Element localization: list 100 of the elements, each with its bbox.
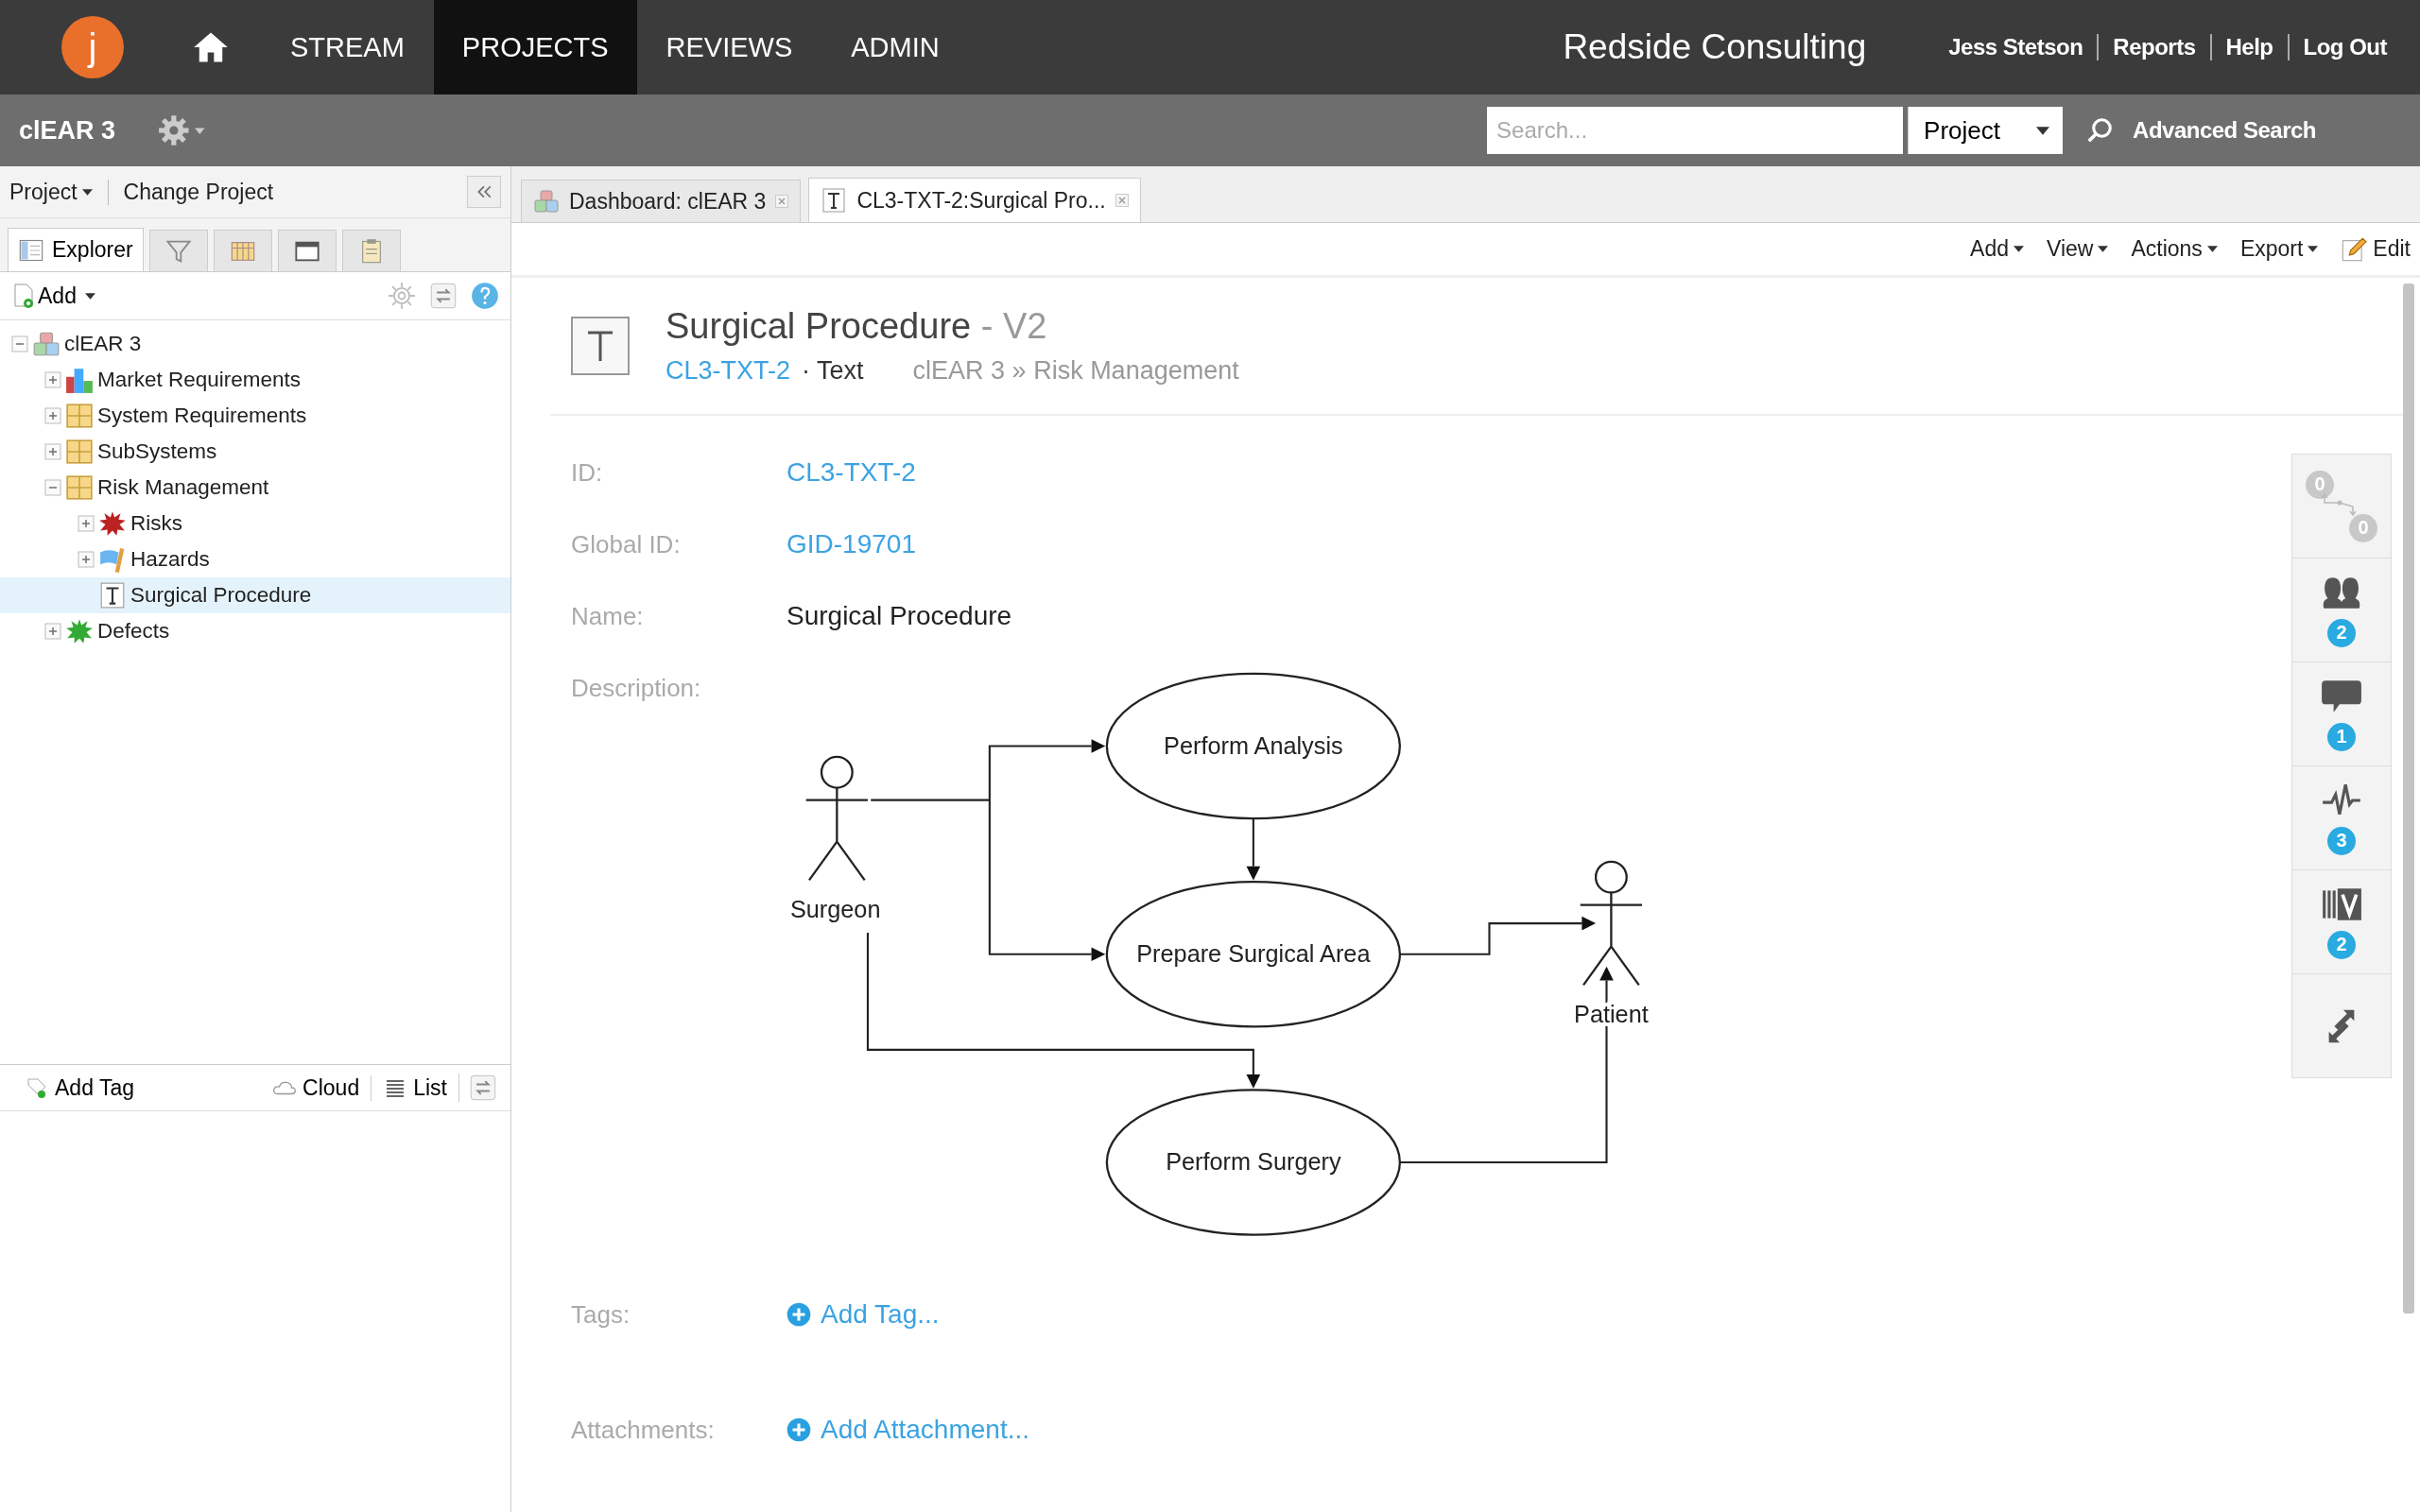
field-label: Attachments: bbox=[571, 1415, 716, 1445]
caret-icon bbox=[84, 292, 95, 300]
toolbar-menu[interactable]: Export bbox=[2239, 236, 2319, 262]
company-name: Redside Consulting bbox=[1563, 27, 1867, 67]
add-tag-button[interactable]: Add Tag bbox=[13, 1074, 146, 1101]
text-item-icon bbox=[98, 582, 127, 609]
expand-toggle-icon[interactable] bbox=[11, 335, 28, 352]
header-link[interactable]: Help bbox=[2209, 34, 2288, 60]
tree-item[interactable]: Surgical Procedure bbox=[130, 583, 312, 608]
document-tab[interactable]: Dashboard: clEAR 3 bbox=[521, 180, 802, 222]
item-title: Surgical Procedure bbox=[666, 306, 972, 346]
expand-toggle-icon[interactable] bbox=[78, 515, 95, 532]
toolbar-menu[interactable]: Actions bbox=[2131, 236, 2218, 262]
caret-icon bbox=[2098, 246, 2109, 252]
text-item-icon bbox=[821, 188, 848, 213]
grid-folder-icon bbox=[65, 474, 94, 501]
caret-icon bbox=[2036, 126, 2050, 135]
grid-folder-icon bbox=[65, 438, 94, 465]
caret-icon bbox=[2206, 246, 2218, 252]
tree-item[interactable]: Hazards bbox=[130, 547, 210, 572]
breadcrumb: clEAR 3 » Risk Management bbox=[912, 356, 1239, 386]
scrollbar[interactable] bbox=[2403, 284, 2414, 1314]
count-badge: 3 bbox=[2327, 826, 2356, 855]
clipboard-tab[interactable] bbox=[341, 230, 401, 271]
tree-item[interactable]: clEAR 3 bbox=[64, 332, 142, 356]
project-menu[interactable]: Project bbox=[9, 179, 108, 205]
project-icon bbox=[32, 331, 60, 357]
header-link[interactable]: Jess Stetson bbox=[1934, 34, 2098, 60]
tree-item[interactable]: Risks bbox=[130, 511, 182, 536]
nav-tab[interactable]: REVIEWS bbox=[636, 0, 822, 94]
field-label: Global ID: bbox=[571, 529, 682, 559]
refresh-icon[interactable] bbox=[458, 1074, 497, 1102]
tree-row-highlight[interactable]: Surgical Procedure bbox=[0, 577, 510, 613]
change-project-link[interactable]: Change Project bbox=[107, 179, 289, 205]
nav-tab[interactable]: PROJECTS bbox=[433, 0, 637, 94]
search-field[interactable]: Search... bbox=[1487, 107, 1904, 154]
close-icon[interactable] bbox=[775, 195, 789, 208]
toolbar-menu[interactable]: View bbox=[2047, 236, 2109, 262]
pencil-icon bbox=[2341, 235, 2368, 263]
plus-icon bbox=[786, 1418, 811, 1442]
tree-item[interactable]: System Requirements bbox=[97, 404, 307, 428]
help-icon[interactable] bbox=[471, 282, 499, 310]
tree-item[interactable]: Defects bbox=[97, 619, 170, 644]
actor-label: Surgeon bbox=[789, 895, 881, 922]
nav-tab[interactable]: ADMIN bbox=[821, 0, 969, 94]
expand-toggle-icon[interactable] bbox=[44, 479, 61, 496]
expand-toggle-icon[interactable] bbox=[44, 371, 61, 388]
home-icon[interactable] bbox=[192, 30, 230, 64]
caret-icon bbox=[2308, 246, 2319, 252]
header-link[interactable]: Log Out bbox=[2287, 34, 2401, 60]
bar-chart-icon bbox=[65, 367, 94, 393]
caret-icon bbox=[2014, 246, 2024, 252]
add-menu[interactable]: Add bbox=[13, 283, 95, 309]
edit-button[interactable]: Edit bbox=[2341, 235, 2411, 263]
count-badge: 2 bbox=[2327, 930, 2356, 959]
count-badge: 1 bbox=[2327, 722, 2356, 751]
window-tab[interactable] bbox=[277, 230, 337, 271]
use-case-label: Perform Surgery bbox=[1166, 1148, 1341, 1176]
toolbar-menu[interactable]: Add bbox=[1970, 236, 2024, 262]
field-label: Tags: bbox=[571, 1299, 631, 1330]
list-button[interactable]: List bbox=[371, 1074, 458, 1101]
settings-icon[interactable] bbox=[388, 282, 416, 310]
tree-item[interactable]: SubSystems bbox=[97, 439, 217, 464]
new-document-icon bbox=[13, 283, 34, 309]
flag-icon bbox=[98, 546, 127, 573]
collapse-button[interactable] bbox=[467, 176, 501, 208]
bug-icon bbox=[65, 618, 94, 644]
explorer-tab[interactable]: Explorer bbox=[8, 228, 144, 271]
project-icon bbox=[533, 189, 560, 214]
use-case-label: Perform Analysis bbox=[1164, 731, 1343, 759]
search-icon[interactable] bbox=[2085, 116, 2115, 145]
tree-item[interactable]: Risk Management bbox=[97, 475, 269, 500]
advanced-search-link[interactable]: Advanced Search bbox=[2133, 117, 2316, 144]
document-tab[interactable]: CL3-TXT-2:Surgical Pro... bbox=[808, 178, 1141, 222]
plus-icon bbox=[786, 1302, 811, 1327]
text-item-icon bbox=[571, 317, 630, 375]
use-case-label: Prepare Surgical Area bbox=[1136, 939, 1371, 967]
sync-panel-button[interactable] bbox=[2291, 974, 2392, 1078]
version-label: - V2 bbox=[980, 306, 1047, 346]
field-label: ID: bbox=[571, 457, 604, 488]
splat-icon bbox=[98, 510, 127, 537]
double-chevron-icon bbox=[475, 185, 493, 198]
caret-icon bbox=[81, 188, 93, 196]
expand-toggle-icon[interactable] bbox=[44, 407, 61, 424]
header-link[interactable]: Reports bbox=[2097, 34, 2210, 60]
expand-toggle-icon[interactable] bbox=[44, 443, 61, 460]
expand-toggle-icon[interactable] bbox=[44, 623, 61, 640]
connector-arrow bbox=[1246, 818, 1261, 881]
field-label: Name: bbox=[571, 601, 645, 631]
filter-tab[interactable] bbox=[148, 230, 208, 271]
calendar-tab[interactable] bbox=[213, 230, 272, 271]
expand-toggle-icon[interactable] bbox=[78, 551, 95, 568]
tree-item[interactable]: Market Requirements bbox=[97, 368, 302, 392]
close-icon[interactable] bbox=[1115, 194, 1129, 207]
refresh-icon[interactable] bbox=[429, 282, 458, 310]
item-type: · Text bbox=[802, 356, 864, 386]
cloud-button[interactable]: Cloud bbox=[261, 1074, 372, 1101]
nav-tab[interactable]: STREAM bbox=[261, 0, 434, 94]
count-badge: 2 bbox=[2327, 618, 2356, 647]
scope-dropdown[interactable]: Project bbox=[1908, 107, 2064, 154]
